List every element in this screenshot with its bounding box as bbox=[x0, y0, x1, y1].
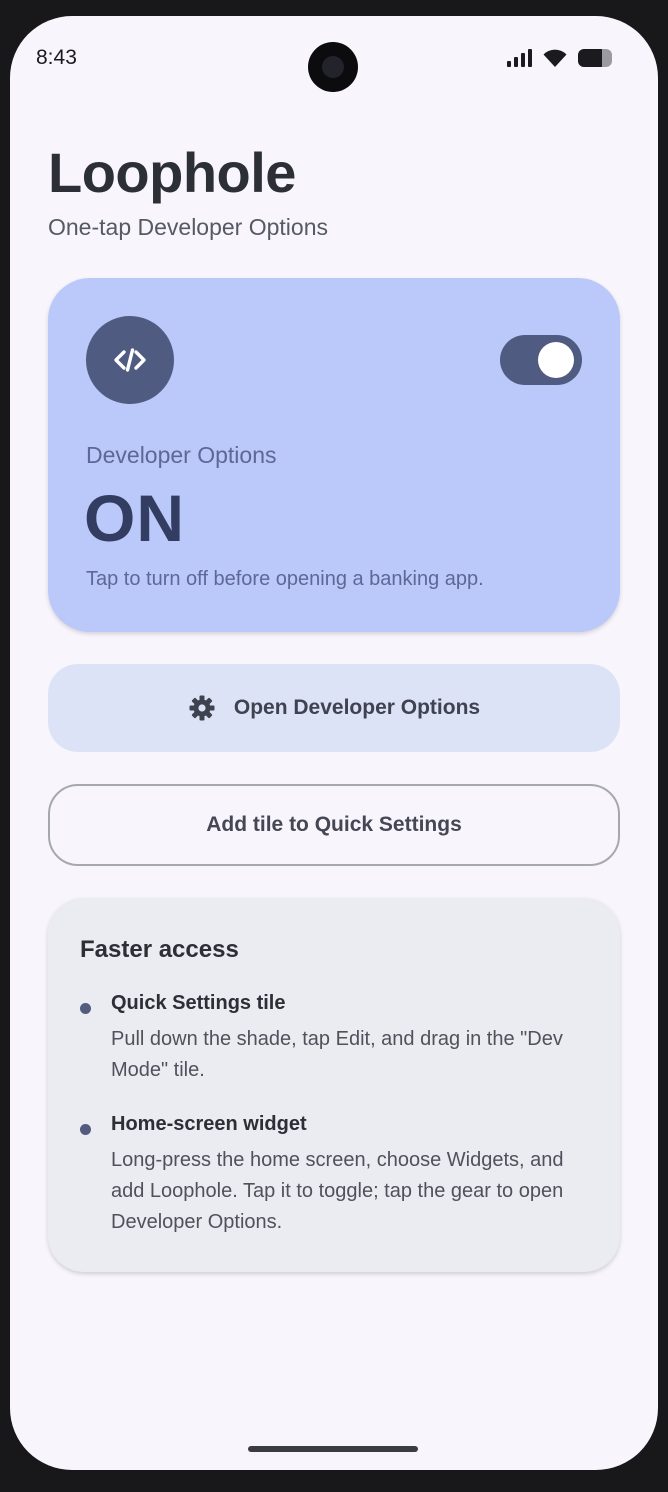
screen: 8:43 Loophole One-tap Developer Options bbox=[10, 16, 658, 1470]
list-item-title: Quick Settings tile bbox=[111, 992, 286, 1014]
home-indicator[interactable] bbox=[248, 1446, 418, 1452]
cellular-signal-icon bbox=[507, 49, 532, 67]
developer-options-toggle[interactable] bbox=[500, 335, 582, 385]
code-icon bbox=[86, 316, 174, 404]
list-item-title: Home-screen widget bbox=[111, 1113, 307, 1135]
add-quick-settings-tile-button[interactable]: Add tile to Quick Settings bbox=[48, 784, 620, 866]
status-icons bbox=[507, 48, 612, 68]
status-label: Developer Options bbox=[86, 442, 277, 468]
app-subtitle: One-tap Developer Options bbox=[48, 214, 328, 240]
bullet-icon bbox=[80, 1124, 91, 1135]
open-developer-options-label: Open Developer Options bbox=[233, 696, 481, 719]
faster-access-card: Faster access Quick Settings tile Pull d… bbox=[48, 898, 620, 1272]
bullet-icon bbox=[80, 1003, 91, 1014]
open-developer-options-button[interactable]: Open Developer Options bbox=[48, 664, 620, 752]
phone-frame: 8:43 Loophole One-tap Developer Options bbox=[0, 0, 668, 1492]
status-time: 8:43 bbox=[36, 46, 77, 69]
developer-options-status-card[interactable]: Developer Options ON Tap to turn off bef… bbox=[48, 278, 620, 632]
front-camera bbox=[308, 42, 358, 92]
status-bar: 8:43 bbox=[10, 16, 658, 96]
list-item-description: Long-press the home screen, choose Widge… bbox=[111, 1149, 564, 1233]
gear-icon bbox=[189, 695, 215, 721]
app-title: Loophole bbox=[48, 141, 296, 204]
list-item-description: Pull down the shade, tap Edit, and drag … bbox=[111, 1028, 563, 1081]
faster-access-title: Faster access bbox=[80, 936, 239, 963]
add-tile-label: Add tile to Quick Settings bbox=[206, 813, 462, 836]
toggle-knob bbox=[538, 342, 574, 378]
status-value: ON bbox=[84, 481, 185, 555]
status-hint: Tap to turn off before opening a banking… bbox=[86, 568, 484, 590]
battery-icon bbox=[578, 49, 612, 67]
wifi-icon bbox=[543, 49, 567, 67]
